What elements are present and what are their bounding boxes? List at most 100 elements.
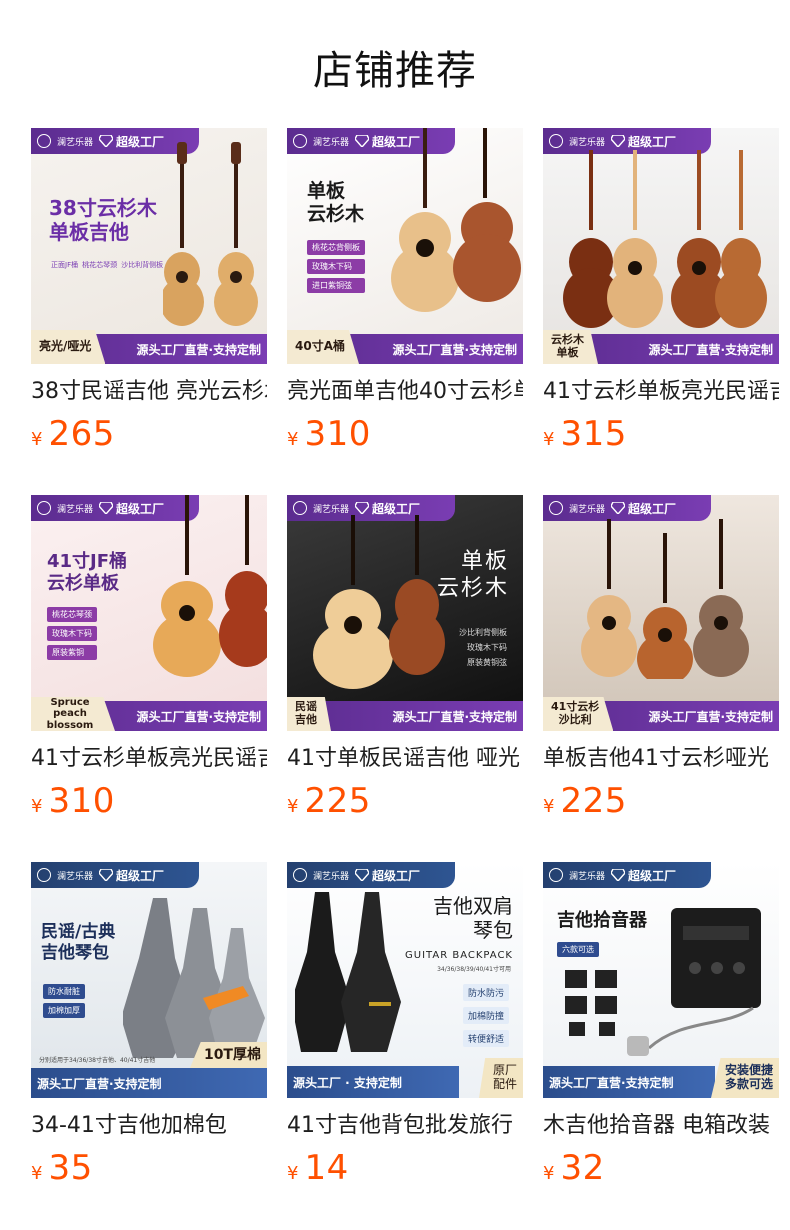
brand-name: 澜艺乐器	[57, 137, 94, 148]
product-card[interactable]: 澜艺乐器 超级工厂 吉他拾音器 六款可选 源头工厂直营·支持定制 安装便捷 多款…	[543, 862, 779, 1229]
product-image[interactable]: 澜艺乐器 超级工厂 单板 云杉木 桃花芯背侧板 玫瑰木下码 进口紫铜弦 源头工厂…	[287, 128, 523, 364]
brand-bar: 澜艺乐器 超级工厂	[543, 862, 711, 888]
corner-tag: 安装便捷 多款可选	[710, 1058, 779, 1098]
brand-name: 澜艺乐器	[313, 504, 350, 515]
corner-tag: 原厂 配件	[478, 1058, 523, 1098]
feature-list: 防水防污 加棉防撞 转便舒适	[462, 984, 509, 1047]
guitar-image	[391, 128, 521, 312]
promo-band-text: 源头工厂直营·支持定制	[136, 709, 261, 724]
promo-band-text: 源头工厂直营·支持定制	[392, 342, 517, 357]
diamond-icon	[355, 502, 370, 514]
brand-bar: 澜艺乐器 超级工厂	[543, 495, 711, 521]
factory-label: 超级工厂	[628, 868, 677, 883]
diamond-icon	[99, 869, 114, 881]
price-row: ¥ 14	[287, 1148, 523, 1188]
product-image[interactable]: 澜艺乐器 超级工厂 单板 云杉木 沙比利背侧板 玫瑰木下码 原装黄铜弦 源头工厂…	[287, 495, 523, 731]
product-card[interactable]: 澜艺乐器 超级工厂 源头工厂直营·支持定制 云杉木 单板 41寸云杉单板亮光民谣…	[543, 128, 779, 495]
brand-name: 澜艺乐器	[57, 871, 94, 882]
product-title[interactable]: 34-41寸吉他加棉包	[31, 1112, 267, 1140]
feature-item: 转便舒适	[462, 1030, 509, 1047]
factory-tag: 超级工厂	[611, 133, 676, 150]
guitar-image	[313, 515, 445, 689]
size-note: 分别适用于34/36/38寸吉他、40/41寸吉他	[39, 1057, 156, 1064]
product-title[interactable]: 41寸单板民谣吉他 哑光	[287, 745, 523, 773]
promo-band: 源头工厂 · 支持定制	[287, 1066, 459, 1098]
feature-item: 原装紫铜	[47, 645, 97, 660]
brand-logo-icon	[293, 134, 307, 148]
product-image[interactable]: 澜艺乐器 超级工厂 吉他双肩 琴包 GUITAR BACKPACK 34/36/…	[287, 862, 523, 1098]
factory-tag: 超级工厂	[611, 867, 676, 884]
diamond-icon	[99, 502, 114, 514]
factory-label: 超级工厂	[628, 134, 677, 149]
feature-item: 原装黄铜弦	[467, 658, 507, 667]
product-image[interactable]: 澜艺乐器 超级工厂 41寸JF桶 云杉单板 桃花芯琴颈 玫瑰木下码 原装紫铜 源…	[31, 495, 267, 731]
size-note: 34/36/38/39/40/41寸可用	[437, 966, 511, 973]
image-headline: 吉他双肩 琴包	[433, 894, 513, 943]
product-card[interactable]: 澜艺乐器 超级工厂 吉他双肩 琴包 GUITAR BACKPACK 34/36/…	[287, 862, 523, 1229]
factory-label: 超级工厂	[116, 134, 165, 149]
feature-item: 防水耐脏	[43, 984, 85, 999]
factory-label: 超级工厂	[372, 868, 421, 883]
factory-label: 超级工厂	[628, 501, 677, 516]
guitar-image	[153, 495, 267, 677]
image-headline: 41寸JF桶 云杉单板	[47, 551, 128, 594]
gig-bag-image	[295, 892, 401, 1052]
factory-label: 超级工厂	[116, 868, 165, 883]
feature-list: 正面JF桶 桃花芯琴颈 沙比利背侧板	[51, 260, 163, 270]
price-row: ¥ 310	[31, 781, 267, 821]
diamond-icon	[611, 869, 626, 881]
product-image[interactable]: 澜艺乐器 超级工厂 吉他拾音器 六款可选 源头工厂直营·支持定制 安装便捷 多款…	[543, 862, 779, 1098]
corner-tag: 云杉桃花芯 Spruce peach blossom core	[31, 697, 115, 731]
promo-band: 源头工厂直营·支持定制	[31, 1068, 267, 1098]
product-card[interactable]: 澜艺乐器 超级工厂 41寸JF桶 云杉单板 桃花芯琴颈 玫瑰木下码 原装紫铜 源…	[31, 495, 267, 862]
product-title[interactable]: 41寸吉他背包批发旅行	[287, 1112, 523, 1140]
feature-item: 玫瑰木下码	[47, 626, 97, 641]
corner-tag: 亮光/哑光	[31, 330, 106, 364]
recommend-grid: 澜艺乐器 超级工厂 38寸云杉木 单板吉他 正面JF桶 桃花芯琴颈 沙比利背侧板	[31, 128, 779, 1229]
promo-band-text: 源头工厂直营·支持定制	[648, 709, 773, 724]
feature-list: 桃花芯琴颈 玫瑰木下码 原装紫铜	[47, 607, 97, 660]
feature-item: 加棉加厚	[43, 1003, 85, 1018]
currency-symbol: ¥	[287, 429, 299, 450]
feature-item: 玫瑰木下码	[307, 259, 365, 274]
product-price: 310	[48, 781, 115, 821]
product-card[interactable]: 澜艺乐器 超级工厂 38寸云杉木 单板吉他 正面JF桶 桃花芯琴颈 沙比利背侧板	[31, 128, 267, 495]
product-title[interactable]: 41寸云杉单板亮光民谣吉他	[543, 378, 779, 406]
currency-symbol: ¥	[543, 1163, 555, 1184]
feature-item: 进口紫铜弦	[307, 278, 365, 293]
product-image[interactable]: 澜艺乐器 超级工厂 民谣/古典 吉他琴包 防水耐脏 加棉加厚 10T厚棉 源头工…	[31, 862, 267, 1098]
factory-tag: 超级工厂	[99, 867, 164, 884]
product-title[interactable]: 亮光面单吉他40寸云杉单板	[287, 378, 523, 406]
factory-tag: 超级工厂	[355, 500, 420, 517]
guitar-image	[563, 150, 767, 328]
promo-band-text: 源头工厂直营·支持定制	[648, 342, 773, 357]
promo-band-text: 源头工厂直营·支持定制	[549, 1075, 674, 1090]
product-card[interactable]: 澜艺乐器 超级工厂 单板 云杉木 沙比利背侧板 玫瑰木下码 原装黄铜弦 源头工厂…	[287, 495, 523, 862]
product-card[interactable]: 澜艺乐器 超级工厂 单板 云杉木 桃花芯背侧板 玫瑰木下码 进口紫铜弦 源头工厂…	[287, 128, 523, 495]
corner-tag: 10T厚棉	[189, 1042, 267, 1068]
brand-logo-icon	[293, 868, 307, 882]
product-image[interactable]: 澜艺乐器 超级工厂 38寸云杉木 单板吉他 正面JF桶 桃花芯琴颈 沙比利背侧板	[31, 128, 267, 364]
promo-band: 源头工厂直营·支持定制	[543, 1066, 715, 1098]
product-title[interactable]: 单板吉他41寸云杉哑光	[543, 745, 779, 773]
brand-logo-icon	[293, 501, 307, 515]
product-image[interactable]: 澜艺乐器 超级工厂 源头工厂直营·支持定制 41寸云杉 沙比利	[543, 495, 779, 731]
diamond-icon	[611, 135, 626, 147]
guitar-image	[581, 519, 749, 679]
product-card[interactable]: 澜艺乐器 超级工厂 源头工厂直营·支持定制 41寸云杉 沙比利 单板吉他41寸云…	[543, 495, 779, 862]
currency-symbol: ¥	[287, 796, 299, 817]
product-image[interactable]: 澜艺乐器 超级工厂 源头工厂直营·支持定制 云杉木 单板	[543, 128, 779, 364]
product-price: 315	[560, 414, 627, 454]
feature-item: 桃花芯琴颈	[82, 261, 118, 269]
product-price: 265	[48, 414, 115, 454]
product-title[interactable]: 38寸民谣吉他 亮光云杉木单板	[31, 378, 267, 406]
page-title: 店铺推荐	[313, 48, 477, 94]
product-title[interactable]: 41寸云杉单板亮光民谣吉他	[31, 745, 267, 773]
diamond-icon	[99, 135, 114, 147]
price-row: ¥ 32	[543, 1148, 779, 1188]
brand-logo-icon	[37, 868, 51, 882]
product-card[interactable]: 澜艺乐器 超级工厂 民谣/古典 吉他琴包 防水耐脏 加棉加厚 10T厚棉 源头工…	[31, 862, 267, 1229]
guitar-image	[163, 142, 258, 326]
brand-bar: 澜艺乐器 超级工厂	[31, 862, 199, 888]
product-title[interactable]: 木吉他拾音器 电箱改装	[543, 1112, 779, 1140]
